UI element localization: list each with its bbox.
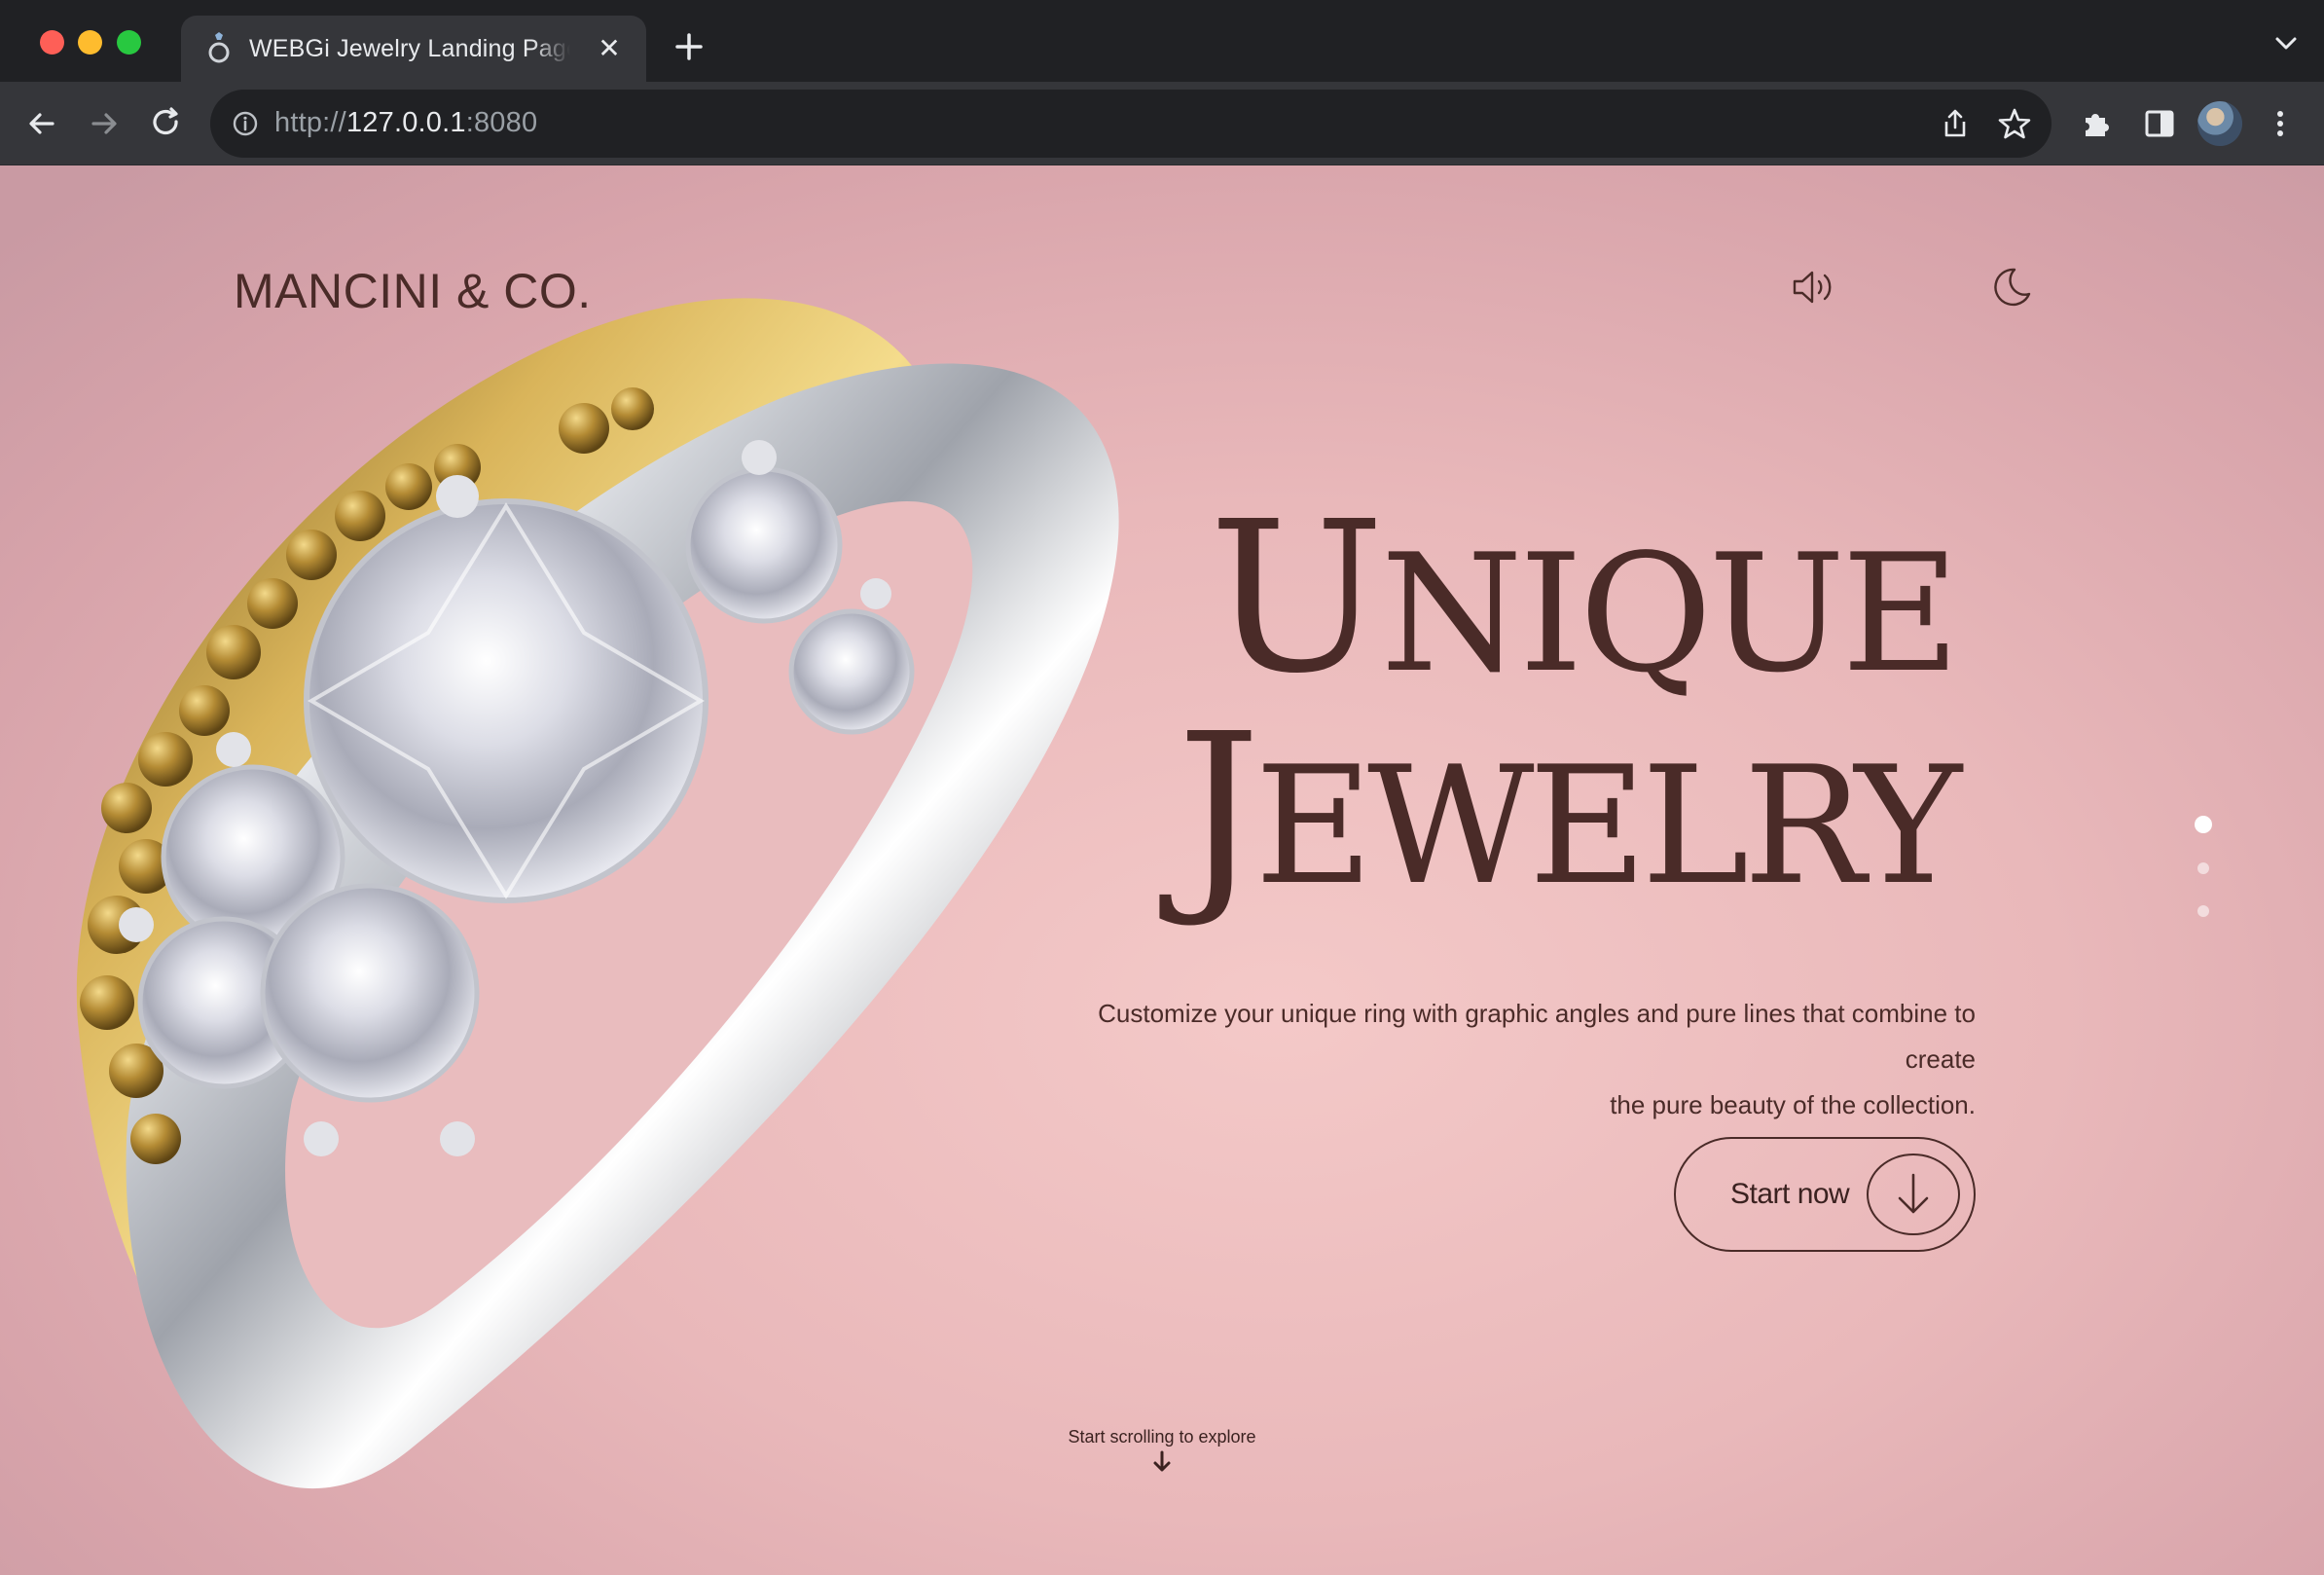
- ring-render-image: [76, 298, 1119, 1489]
- reload-icon[interactable]: [144, 101, 189, 146]
- section-pagination: [2192, 816, 2215, 923]
- address-bar[interactable]: http://127.0.0.1:8080: [210, 90, 2052, 158]
- back-arrow-icon[interactable]: [19, 101, 64, 146]
- forward-arrow-icon[interactable]: [82, 101, 127, 146]
- minimize-window-button[interactable]: [78, 30, 102, 55]
- page-viewport: MANCINI & CO. UNIQUE JEWELRY Customize y…: [0, 165, 2324, 1575]
- scroll-hint: Start scrolling to explore: [1068, 1427, 1256, 1447]
- description-line-1: Customize your unique ring with graphic …: [1098, 999, 1976, 1074]
- pagination-dot-3[interactable]: [2197, 905, 2209, 917]
- avatar[interactable]: [2197, 101, 2242, 146]
- pagination-dot-2[interactable]: [2197, 862, 2209, 874]
- pagination-dot-1[interactable]: [2195, 816, 2212, 833]
- headline-initial-u: U: [1209, 477, 1384, 719]
- ring-favicon-icon: [208, 32, 230, 63]
- close-window-button[interactable]: [40, 30, 64, 55]
- tab-title: WEBGi Jewelry Landing Page | Mancini & C…: [249, 35, 570, 62]
- arrow-down-icon: [1153, 1450, 1171, 1472]
- info-icon[interactable]: [232, 110, 259, 137]
- kebab-menu-icon[interactable]: [2266, 101, 2295, 146]
- url-host: 127.0.0.1: [345, 107, 466, 138]
- moon-icon[interactable]: [1985, 261, 2038, 313]
- browser-chrome: WEBGi Jewelry Landing Page | Mancini & C…: [0, 0, 2324, 165]
- chevron-down-icon[interactable]: [2271, 31, 2301, 55]
- start-now-button[interactable]: Start now: [1674, 1137, 1976, 1252]
- description-line-2: the pure beauty of the collection.: [1610, 1090, 1976, 1119]
- start-now-label: Start now: [1730, 1178, 1850, 1210]
- speaker-icon[interactable]: [1787, 261, 1839, 313]
- headline-initial-j: J: [1177, 689, 1260, 932]
- url-scheme: http://: [274, 107, 346, 138]
- arrow-down-circle-icon: [1867, 1154, 1960, 1235]
- sidebar-icon[interactable]: [2137, 101, 2182, 146]
- hero-description: Customize your unique ring with graphic …: [1032, 991, 1976, 1128]
- url-text: http://127.0.0.1:8080: [274, 107, 537, 139]
- plus-icon[interactable]: [670, 27, 708, 66]
- tab-bar: WEBGi Jewelry Landing Page | Mancini & C…: [0, 0, 2324, 82]
- headline-line-2: JEWELRY: [1177, 707, 1962, 915]
- headline-rest-unique: NIQUE: [1380, 520, 1960, 709]
- maximize-window-button[interactable]: [117, 30, 141, 55]
- browser-toolbar: http://127.0.0.1:8080: [0, 82, 2324, 165]
- share-icon[interactable]: [1939, 107, 1972, 140]
- hero-headline: UNIQUE JEWELRY: [1177, 494, 1962, 915]
- arrow-down-icon: [1898, 1173, 1929, 1214]
- tab-active[interactable]: WEBGi Jewelry Landing Page | Mancini & C…: [181, 16, 646, 82]
- brand-logo[interactable]: MANCINI & CO.: [234, 263, 592, 319]
- headline-line-1: UNIQUE: [1177, 494, 1960, 703]
- close-icon[interactable]: ✕: [594, 33, 625, 64]
- url-port: :8080: [465, 107, 538, 138]
- puzzle-icon[interactable]: [2075, 101, 2120, 146]
- star-icon[interactable]: [1997, 106, 2032, 141]
- headline-rest-jewelry: EWELRY: [1254, 732, 1962, 921]
